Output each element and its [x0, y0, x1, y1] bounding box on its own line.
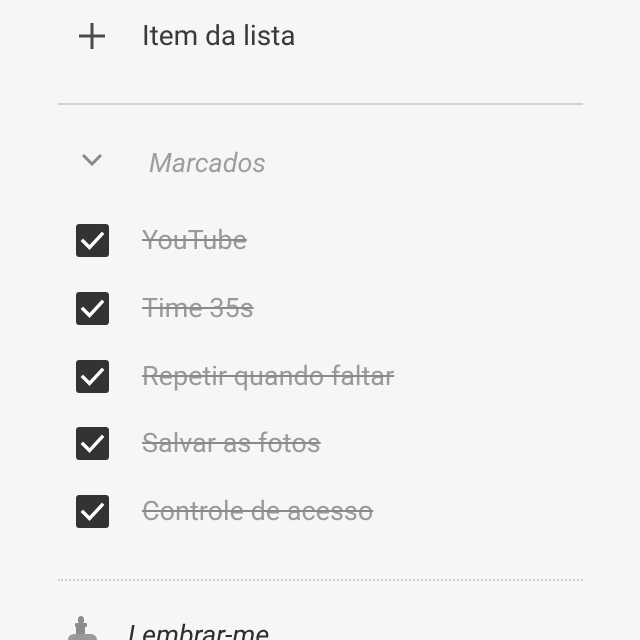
chevron-down-icon	[81, 153, 103, 167]
reminder-button[interactable]: Lembrar-me	[0, 602, 640, 640]
list-item: Time 35s	[0, 282, 640, 338]
plus-icon	[79, 23, 105, 49]
divider-dotted	[58, 579, 583, 581]
checkbox-checked[interactable]	[76, 224, 109, 257]
checkbox-checked[interactable]	[76, 360, 109, 393]
checkbox-checked[interactable]	[76, 495, 109, 528]
checkmark-icon	[80, 299, 105, 318]
checkbox-checked[interactable]	[76, 292, 109, 325]
list-item: YouTube	[0, 214, 640, 270]
add-list-item-row[interactable]: Item da lista	[0, 0, 640, 76]
checked-section-label: Marcados	[149, 147, 266, 179]
reminder-label: Lembrar-me	[128, 619, 270, 640]
add-list-item-label: Item da lista	[142, 19, 296, 52]
list-item: Salvar as fotos	[0, 417, 640, 473]
checkmark-icon	[80, 231, 105, 250]
list-item-text[interactable]: Repetir quando faltar	[142, 358, 394, 394]
list-item-text[interactable]: Salvar as fotos	[142, 425, 321, 461]
list-item: Controle de acesso	[0, 485, 640, 541]
checked-items-toggle[interactable]: Marcados	[0, 134, 640, 192]
list-item: Repetir quando faltar	[0, 350, 640, 406]
reminder-hand-icon	[68, 616, 97, 640]
list-item-text[interactable]: YouTube	[142, 222, 247, 258]
checkmark-icon	[80, 434, 105, 453]
checkmark-icon	[80, 367, 105, 386]
checkmark-icon	[80, 502, 105, 521]
divider	[58, 103, 583, 105]
checkbox-checked[interactable]	[76, 427, 109, 460]
list-item-text[interactable]: Controle de acesso	[142, 493, 373, 529]
checklist-note-editor: Item da lista Marcados YouTube Time 35s	[0, 0, 640, 640]
list-item-text[interactable]: Time 35s	[142, 290, 254, 326]
